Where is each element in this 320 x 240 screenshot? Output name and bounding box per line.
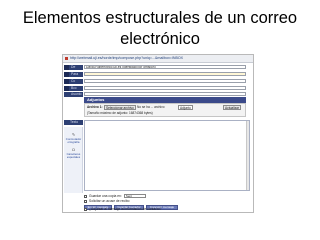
address-url: http://webmail.uji.es/horde/imp/compose.…: [70, 56, 184, 60]
browse-file-button[interactable]: Seleccionar archivo: [104, 105, 136, 110]
contact-info-option: ¿Adjuntar al mensaje la información de c…: [84, 207, 161, 211]
from-row-label: De: [64, 65, 83, 70]
attachments-panel: Archivo 1: Seleccionar archivo No se ha …: [84, 103, 246, 117]
cc-row-label: Cc: [64, 79, 83, 84]
address-book-icon[interactable]: [64, 79, 69, 84]
slide-title-line2: electrónico: [120, 30, 200, 48]
cc-field[interactable]: [84, 79, 246, 83]
attachment-label: Archivo 1:: [87, 105, 103, 109]
address-bar[interactable]: http://webmail.uji.es/horde/imp/compose.…: [63, 55, 253, 63]
webmail-screenshot: http://webmail.uji.es/horde/imp/compose.…: [62, 54, 254, 213]
save-copy-checkbox[interactable]: [84, 194, 87, 198]
from-field[interactable]: David.Robert@icc.uji.es [Identidad por o…: [84, 65, 246, 69]
address-book-icon[interactable]: [64, 72, 69, 77]
body-label: Texto: [64, 120, 83, 125]
receipt-option: Solicitar un acuse de recibo: [84, 199, 130, 203]
page-favicon-icon: [65, 56, 68, 60]
save-copy-option: Guardar una copia en: Sent: [84, 194, 146, 198]
bcc-row-label: Bcc: [64, 86, 83, 91]
editor-scrollbar[interactable]: [246, 121, 249, 190]
address-book-icon[interactable]: [64, 86, 69, 91]
update-attachment-button[interactable]: Actualizar: [223, 105, 241, 110]
max-size-text: (Tamaño máximo de adjunto: 16874368 byte…: [87, 111, 153, 115]
spellcheck-link[interactable]: Conmutador ortografía: [65, 138, 82, 144]
special-chars-link[interactable]: Caracteres especiales: [65, 153, 82, 159]
editor-side-panel: ✎ Conmutador ortografía Ω Caracteres esp…: [64, 127, 83, 193]
receipt-checkbox[interactable]: [84, 199, 87, 203]
slide-title-line1: Elementos estructurales de un correo: [22, 9, 298, 27]
disposition-select[interactable]: Adjunto: [178, 105, 193, 110]
contact-info-checkbox[interactable]: [84, 207, 87, 211]
from-flag-icon: [64, 65, 69, 70]
special-chars-icon[interactable]: Ω: [71, 148, 76, 152]
to-row-label: Para: [64, 72, 83, 77]
no-file-text: No se ha ... archivo: [137, 105, 165, 109]
slide-title: Elementos estructurales de un correo ele…: [0, 8, 320, 50]
spellcheck-icon[interactable]: ✎: [71, 133, 76, 137]
subject-row-label: Asunto: [64, 92, 83, 97]
save-folder-select[interactable]: Sent: [123, 194, 146, 198]
to-field[interactable]: [84, 72, 246, 76]
subject-field[interactable]: [84, 92, 246, 96]
message-body-textarea[interactable]: [84, 120, 250, 191]
bcc-field[interactable]: [84, 86, 246, 90]
